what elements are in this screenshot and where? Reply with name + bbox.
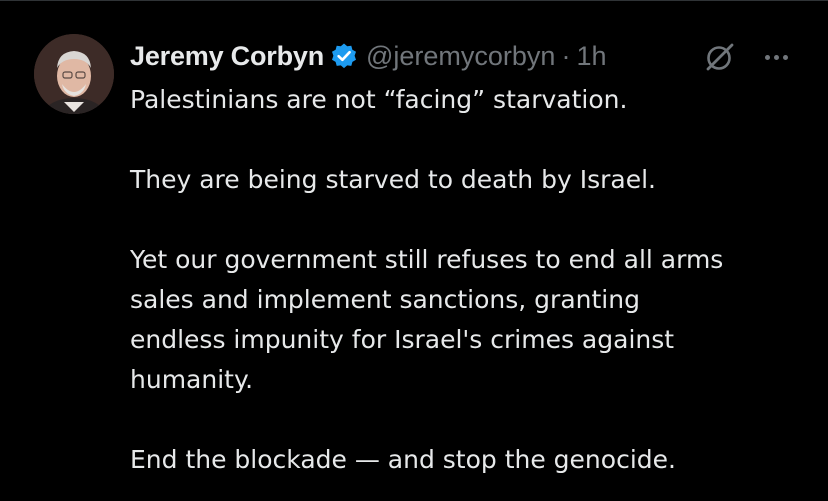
more-dot bbox=[764, 54, 770, 60]
author-handle[interactable]: @jeremycorbyn bbox=[366, 41, 555, 72]
tweet-paragraph: They are being starved to death by Israe… bbox=[130, 165, 656, 194]
avatar[interactable] bbox=[34, 34, 114, 114]
tweet-line: sales and implement sanctions, granting bbox=[130, 285, 640, 314]
tweet-line: humanity. bbox=[130, 365, 254, 394]
more-options-icon[interactable] bbox=[758, 40, 794, 74]
verified-badge-icon[interactable] bbox=[330, 42, 358, 70]
tweet-line: endless impunity for Israel's crimes aga… bbox=[130, 325, 675, 354]
tweet-header: Jeremy Corbyn @jeremycorbyn · 1h bbox=[130, 36, 607, 76]
meta-separator: · bbox=[561, 40, 571, 71]
tweet[interactable]: Jeremy Corbyn @jeremycorbyn · 1h Palesti… bbox=[0, 0, 828, 501]
tweet-paragraph: Palestinians are not “facing” starvation… bbox=[130, 85, 628, 114]
tweet-line: Yet our government still refuses to end … bbox=[130, 245, 724, 274]
more-dot bbox=[782, 54, 788, 60]
grok-icon[interactable] bbox=[703, 40, 737, 74]
tweet-timestamp[interactable]: 1h bbox=[576, 41, 606, 72]
more-dot bbox=[773, 54, 779, 60]
tweet-paragraph: End the blockade — and stop the genocide… bbox=[130, 445, 676, 474]
tweet-text: Palestinians are not “facing” starvation… bbox=[130, 80, 810, 480]
author-display-name[interactable]: Jeremy Corbyn bbox=[130, 41, 324, 72]
